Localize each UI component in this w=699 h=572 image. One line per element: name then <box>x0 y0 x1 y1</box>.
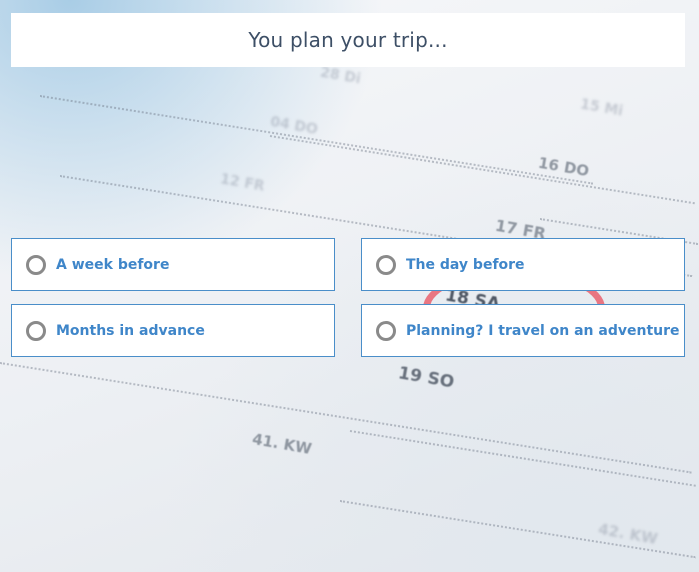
calendar-dotted-line <box>39 95 594 185</box>
calendar-day-number: 12 FR <box>218 171 266 195</box>
calendar-week-number: 41. KW <box>250 429 314 459</box>
radio-button-icon[interactable] <box>376 320 396 341</box>
question-header: You plan your trip... <box>11 13 685 67</box>
calendar-day-number: 19 SO <box>396 363 456 393</box>
radio-button-icon[interactable] <box>376 254 396 275</box>
answer-option-label: A week before <box>56 256 170 273</box>
calendar-day-number: 28 Di <box>318 64 362 88</box>
calendar-dotted-line <box>0 362 692 474</box>
answer-option-label: Months in advance <box>56 322 205 339</box>
answer-option-label: The day before <box>406 256 525 273</box>
calendar-day-number: 15 Mi <box>578 96 625 120</box>
answer-option-label: Planning? I travel on an adventure <box>406 322 680 339</box>
answer-option-day-before[interactable]: The day before <box>361 238 685 291</box>
radio-button-icon[interactable] <box>26 320 46 341</box>
answer-option-adventure[interactable]: Planning? I travel on an adventure <box>361 304 685 357</box>
calendar-dotted-line <box>349 430 696 487</box>
answer-option-months-in-advance[interactable]: Months in advance <box>11 304 335 357</box>
answer-option-week-before[interactable]: A week before <box>11 238 335 291</box>
question-title: You plan your trip... <box>248 28 448 52</box>
radio-button-icon[interactable] <box>26 254 46 275</box>
calendar-dotted-line <box>269 135 695 205</box>
